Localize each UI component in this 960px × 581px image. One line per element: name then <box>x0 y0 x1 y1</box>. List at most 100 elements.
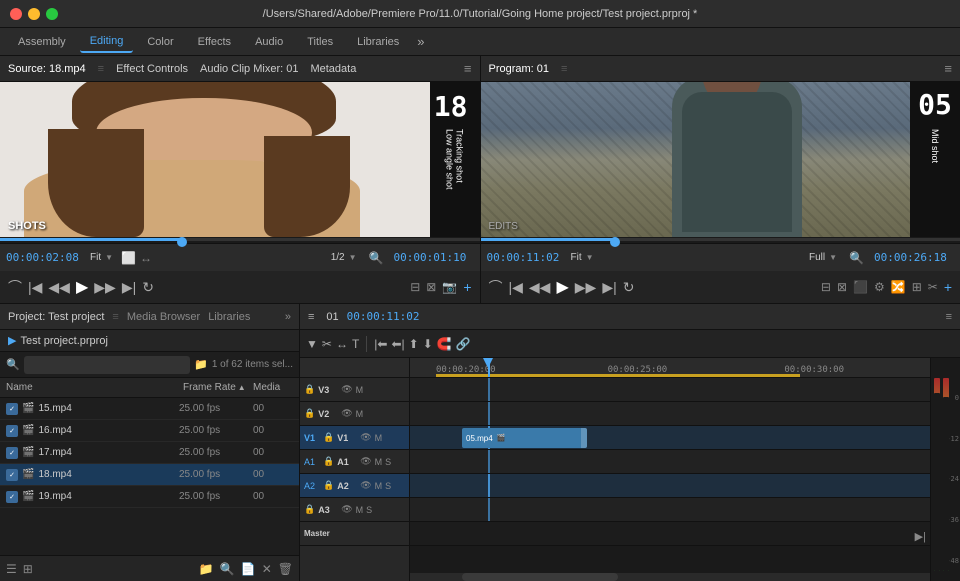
track-v1-lock-icon[interactable]: 🔒 <box>323 432 334 443</box>
track-a2-area[interactable] <box>410 474 930 498</box>
panel-tab-media-browser[interactable]: Media Browser <box>127 311 200 323</box>
program-step-fwd-button[interactable]: ▶▶ <box>575 279 597 296</box>
source-step-back-button[interactable]: ◀◀ <box>48 279 70 296</box>
file-row[interactable]: ✓ 🎬 18.mp4 25.00 fps 00 <box>0 464 299 486</box>
track-v2-area[interactable] <box>410 402 930 426</box>
source-fraction-chevron[interactable]: ▼ <box>349 253 357 262</box>
track-a1-mute-icon[interactable]: M <box>375 457 383 467</box>
sort-arrow-icon[interactable]: ▲ <box>238 383 246 392</box>
source-timebar[interactable] <box>0 237 480 243</box>
track-master-area[interactable]: ▶| <box>410 522 930 546</box>
track-v1-area[interactable]: 05.mp4 🎬 <box>410 426 930 450</box>
track-a2-solo-icon[interactable]: S <box>385 481 391 491</box>
timeline-extract-btn[interactable]: ⬇ <box>423 337 433 351</box>
track-a1-visibility-icon[interactable]: 👁 <box>360 456 371 467</box>
source-loop-button[interactable]: ↻ <box>142 279 154 296</box>
track-v2-visibility-icon[interactable]: 👁 <box>341 408 352 419</box>
source-tab-source[interactable]: Source: 18.mp4 <box>8 63 86 75</box>
project-panel-more[interactable]: » <box>285 311 291 323</box>
tab-effects[interactable]: Effects <box>188 32 241 52</box>
source-monitor-menu-icon[interactable]: ≡ <box>464 61 472 76</box>
track-v2-lock-icon[interactable]: 🔒 <box>304 408 315 419</box>
tab-audio[interactable]: Audio <box>245 32 293 52</box>
close-button[interactable] <box>10 8 22 20</box>
source-tab-metadata[interactable]: Metadata <box>310 63 356 75</box>
track-a1-lock-icon[interactable]: 🔒 <box>323 456 334 467</box>
program-trim-icon[interactable]: ✂ <box>928 280 938 294</box>
track-a3-solo-icon[interactable]: S <box>366 505 372 515</box>
clear-button[interactable]: ✕ <box>262 562 272 576</box>
timeline-snap-btn[interactable]: 🧲 <box>437 337 452 351</box>
source-end-timecode[interactable]: 00:00:01:10 <box>394 251 474 264</box>
track-v3-mute-icon[interactable]: M <box>356 385 364 395</box>
program-search-icon[interactable]: 🔍 <box>849 251 864 265</box>
timeline-timecode[interactable]: 00:00:11:02 <box>347 310 420 323</box>
track-a3-lock-icon[interactable]: 🔒 <box>304 504 315 515</box>
track-v3-visibility-icon[interactable]: 👁 <box>341 384 352 395</box>
program-mark-in-button[interactable]: ⌒ <box>489 277 503 297</box>
tab-assembly[interactable]: Assembly <box>8 32 76 52</box>
source-tab-audio-clip-mixer[interactable]: Audio Clip Mixer: 01 <box>200 63 298 75</box>
timeline-scrollbar[interactable] <box>410 573 930 581</box>
source-mark-in-button[interactable]: ⌒ <box>8 277 22 297</box>
timeline-menu-icon[interactable]: ≡ <box>946 311 952 323</box>
new-bin-button[interactable]: 📁 <box>199 562 214 576</box>
program-export-icon[interactable]: ⬛ <box>853 280 868 294</box>
maximize-button[interactable] <box>46 8 58 20</box>
program-step-back-button[interactable]: ◀◀ <box>529 279 551 296</box>
program-timecode[interactable]: 00:00:11:02 <box>487 251 567 264</box>
program-lift-icon[interactable]: ⊠ <box>837 280 847 294</box>
program-play-button[interactable]: ▶ <box>556 277 568 297</box>
program-step-fwd-1-button[interactable]: ▶| <box>602 279 616 296</box>
program-zoom-chevron[interactable]: ▼ <box>586 253 594 262</box>
track-v2-mute-icon[interactable]: M <box>356 409 364 419</box>
program-add-button[interactable]: + <box>944 279 952 295</box>
track-a2-visibility-icon[interactable]: 👁 <box>360 480 371 491</box>
track-v3-area[interactable] <box>410 378 930 402</box>
source-zoom-chevron[interactable]: ▼ <box>105 253 113 262</box>
panel-tab-libraries[interactable]: Libraries <box>208 311 250 323</box>
file-row[interactable]: ✓ 🎬 16.mp4 25.00 fps 00 <box>0 420 299 442</box>
source-step-fwd-1-button[interactable]: ▶| <box>122 279 136 296</box>
search-input[interactable] <box>24 356 190 374</box>
timeline-overwrite-btn[interactable]: ⬅| <box>391 337 404 351</box>
track-a1-area[interactable] <box>410 450 930 474</box>
program-extract-icon[interactable]: ⊟ <box>821 280 831 294</box>
goto-next-edit-button[interactable]: ▶| <box>915 530 926 543</box>
project-folder-name[interactable]: Test project.prproj <box>20 335 107 347</box>
file-checkbox[interactable]: ✓ <box>6 403 18 415</box>
list-view-button[interactable]: ☰ <box>6 562 17 576</box>
delete-button[interactable]: 🗑 <box>278 562 293 576</box>
track-a3-area[interactable] <box>410 498 930 522</box>
source-insert-icon[interactable]: ⊟ <box>410 280 420 294</box>
timeline-select-tool[interactable]: ▼ <box>306 337 318 351</box>
program-settings-icon[interactable]: ⚙ <box>874 280 885 294</box>
source-zoom[interactable]: Fit <box>90 252 101 263</box>
program-full-label[interactable]: Full <box>809 252 825 263</box>
track-a2-mute-icon[interactable]: M <box>375 481 383 491</box>
more-workspaces-button[interactable]: » <box>417 34 424 49</box>
program-step-back-1-button[interactable]: |◀ <box>509 279 523 296</box>
timeline-track-select[interactable]: ↔ <box>336 337 348 351</box>
file-checkbox[interactable]: ✓ <box>6 447 18 459</box>
program-full-chevron[interactable]: ▼ <box>829 253 837 262</box>
source-overwrite-icon[interactable]: ⊠ <box>426 280 436 294</box>
source-camera-icon[interactable]: 📷 <box>442 280 457 294</box>
track-v1-visibility-icon[interactable]: 👁 <box>360 432 371 443</box>
icon-view-button[interactable]: ⊞ <box>23 562 33 576</box>
source-timecode[interactable]: 00:00:02:08 <box>6 251 86 264</box>
timeline-text-tool[interactable]: T <box>352 337 359 351</box>
program-timebar[interactable] <box>481 237 960 243</box>
timeline-insert-btn[interactable]: |⬅ <box>374 337 387 351</box>
timeline-razor-tool[interactable]: ✂ <box>322 337 332 351</box>
track-a3-mute-icon[interactable]: M <box>356 505 364 515</box>
file-checkbox[interactable]: ✓ <box>6 491 18 503</box>
track-a3-visibility-icon[interactable]: 👁 <box>341 504 352 515</box>
tab-color[interactable]: Color <box>137 32 183 52</box>
source-step-back-1-button[interactable]: |◀ <box>28 279 42 296</box>
source-add-button[interactable]: + <box>463 279 471 295</box>
timeline-lift-btn[interactable]: ⬆ <box>409 337 419 351</box>
program-tab-program[interactable]: Program: 01 <box>489 63 550 75</box>
new-item-button[interactable]: 📄 <box>241 562 256 576</box>
program-loop-button[interactable]: ↻ <box>623 279 635 296</box>
